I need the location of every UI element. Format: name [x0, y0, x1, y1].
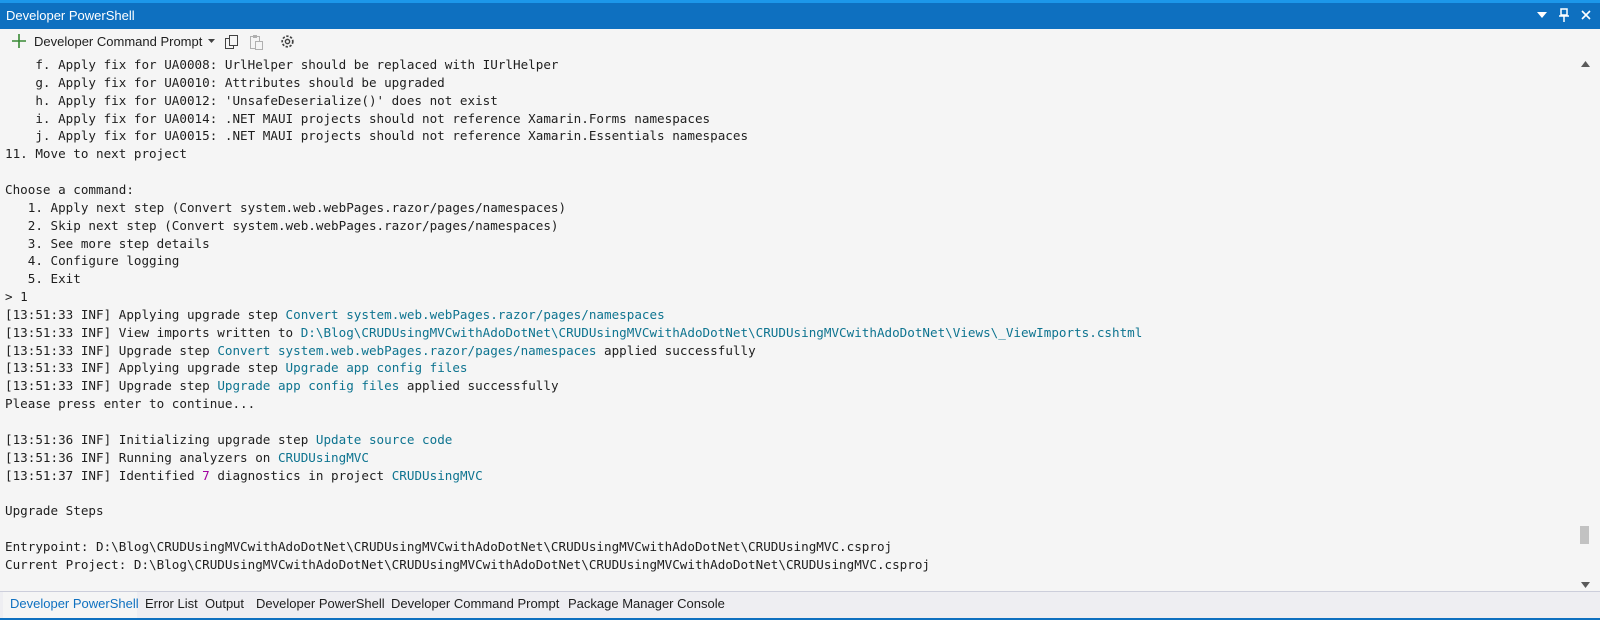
terminal-text-segment: [13:51:37 INF] Identified — [5, 467, 203, 483]
toolbar: Developer Command Prompt — [0, 29, 1600, 56]
title-bar: Developer PowerShell — [0, 0, 1600, 29]
pin-icon[interactable] — [1556, 6, 1572, 24]
tab-output[interactable]: Output — [205, 596, 244, 611]
terminal-text-segment: g. Apply fix for UA0010: Attributes shou… — [5, 74, 445, 90]
tool-window-tabs: Developer PowerShell Error List Output D… — [0, 591, 1600, 619]
terminal-line: j. Apply fix for UA0015: .NET MAUI proje… — [5, 127, 748, 145]
terminal-line: g. Apply fix for UA0010: Attributes shou… — [5, 74, 445, 92]
tab-developer-powershell-2[interactable]: Developer PowerShell — [256, 596, 385, 611]
terminal-text-segment: [13:51:33 INF] View imports written to — [5, 324, 301, 340]
terminal-text-segment: [13:51:33 INF] Applying upgrade step — [5, 306, 286, 322]
terminal-text-segment: Choose a command: — [5, 181, 134, 197]
terminal-text-segment: applied successfully — [399, 378, 559, 394]
terminal-line: > 1 — [5, 288, 28, 306]
terminal-text-segment: 3. See more step details — [5, 235, 210, 251]
terminal-line: f. Apply fix for UA0008: UrlHelper shoul… — [5, 56, 559, 74]
terminal-line: Current Project: D:\Blog\CRUDUsingMVCwit… — [5, 556, 930, 574]
bottom-edge — [0, 618, 1600, 635]
terminal-text-segment: applied successfully — [596, 342, 756, 358]
terminal-line: Entrypoint: D:\Blog\CRUDUsingMVCwithAdoD… — [5, 538, 892, 556]
terminal-line: [13:51:36 INF] Running analyzers on CRUD… — [5, 449, 369, 467]
terminal-text-segment: [13:51:33 INF] Upgrade step — [5, 378, 218, 394]
terminal-line: i. Apply fix for UA0014: .NET MAUI proje… — [5, 110, 710, 128]
tab-developer-command-prompt[interactable]: Developer Command Prompt — [391, 596, 559, 611]
terminal-line: 4. Configure logging — [5, 252, 180, 270]
tab-package-manager-console[interactable]: Package Manager Console — [568, 596, 725, 611]
terminal-line: [13:51:33 INF] Upgrade step Convert syst… — [5, 342, 756, 360]
new-terminal-button[interactable]: Developer Command Prompt — [11, 33, 216, 49]
terminal-line: 1. Apply next step (Convert system.web.w… — [5, 199, 566, 217]
terminal-text-segment: Update source code — [315, 431, 453, 447]
terminal-line: [13:51:37 INF] Identified 7 diagnostics … — [5, 467, 483, 485]
terminal-line: [13:51:36 INF] Initializing upgrade step… — [5, 431, 452, 449]
plus-icon — [12, 34, 26, 48]
terminal-text-segment: Upgrade Steps — [5, 503, 104, 519]
terminal-text-segment: Convert system.web.webPages.razor/pages/… — [217, 342, 597, 358]
terminal-text-segment: diagnostics in project — [209, 467, 392, 483]
terminal-text-segment: Convert system.web.webPages.razor/pages/… — [285, 306, 665, 322]
tab-error-list[interactable]: Error List — [145, 596, 198, 611]
terminal-text-segment: > 1 — [5, 289, 28, 305]
terminal-text-segment: h. Apply fix for UA0012: 'UnsafeDeserial… — [5, 92, 498, 108]
terminal-text-segment: 5. Exit — [5, 271, 81, 287]
scrollbar-thumb[interactable] — [1580, 526, 1589, 544]
terminal-line: h. Apply fix for UA0012: 'UnsafeDeserial… — [5, 92, 498, 110]
terminal-line: Upgrade Steps — [5, 502, 104, 520]
terminal-line: 2. Skip next step (Convert system.web.we… — [5, 217, 559, 235]
terminal-line: Choose a command: — [5, 181, 134, 199]
terminal-text-segment: CRUDUsingMVC — [391, 467, 483, 483]
terminal-text-segment: 7 — [202, 467, 210, 483]
tab-developer-powershell[interactable]: Developer PowerShell — [10, 596, 139, 611]
copy-icon — [225, 35, 238, 49]
terminal-text-segment: D:\Blog\CRUDUsingMVCwithAdoDotNet\CRUDUs… — [300, 324, 1143, 340]
chevron-down-icon[interactable] — [208, 39, 216, 43]
terminal-line: [13:51:33 INF] Upgrade step Upgrade app … — [5, 377, 559, 395]
terminal-text-segment: [13:51:36 INF] Running analyzers on — [5, 449, 278, 465]
terminal-line: 3. See more step details — [5, 235, 210, 253]
new-terminal-label: Developer Command Prompt — [34, 33, 203, 49]
terminal-line: [13:51:33 INF] View imports written to D… — [5, 324, 1142, 342]
terminal-text-segment: Current Project: D:\Blog\CRUDUsingMVCwit… — [5, 556, 931, 572]
terminal-line: 11. Move to next project — [5, 145, 187, 163]
terminal-text-segment: i. Apply fix for UA0014: .NET MAUI proje… — [5, 110, 711, 126]
vertical-scrollbar[interactable] — [1572, 56, 1600, 591]
copy-button[interactable] — [224, 34, 240, 50]
terminal-text-segment: 4. Configure logging — [5, 253, 180, 269]
terminal-text-segment: 1. Apply next step (Convert system.web.w… — [5, 199, 567, 215]
scroll-up-icon[interactable] — [1581, 61, 1590, 67]
terminal-text-segment: Please press enter to continue... — [5, 396, 256, 412]
terminal-line: [13:51:33 INF] Applying upgrade step Con… — [5, 306, 665, 324]
terminal-text-segment: CRUDUsingMVC — [277, 449, 369, 465]
paste-button[interactable] — [248, 34, 264, 50]
window-position-dropdown-icon[interactable] — [1534, 6, 1550, 24]
terminal-text-segment: Entrypoint: D:\Blog\CRUDUsingMVCwithAdoD… — [5, 538, 893, 554]
paste-icon — [250, 35, 263, 50]
terminal-output[interactable]: f. Apply fix for UA0008: UrlHelper shoul… — [0, 56, 1572, 591]
terminal-text-segment: [13:51:33 INF] Applying upgrade step — [5, 360, 286, 376]
terminal-text-segment: Upgrade app config files — [285, 360, 468, 376]
terminal-text-segment: f. Apply fix for UA0008: UrlHelper shoul… — [5, 57, 559, 72]
window-title: Developer PowerShell — [6, 8, 135, 23]
terminal-line: 5. Exit — [5, 270, 81, 288]
terminal-text-segment: 2. Skip next step (Convert system.web.we… — [5, 217, 559, 233]
settings-button[interactable] — [279, 33, 296, 50]
terminal-text-segment: 11. Move to next project — [5, 146, 187, 162]
terminal-line: [13:51:33 INF] Applying upgrade step Upg… — [5, 359, 468, 377]
terminal-text-segment: [13:51:36 INF] Initializing upgrade step — [5, 431, 316, 447]
scroll-down-icon[interactable] — [1581, 582, 1590, 588]
terminal-text-segment: Upgrade app config files — [217, 378, 400, 394]
terminal-text-segment: j. Apply fix for UA0015: .NET MAUI proje… — [5, 128, 749, 144]
window-controls — [1534, 6, 1594, 24]
terminal-text-segment: [13:51:33 INF] Upgrade step — [5, 342, 218, 358]
close-icon[interactable] — [1578, 6, 1594, 24]
terminal-line: Please press enter to continue... — [5, 395, 255, 413]
gear-icon — [281, 35, 294, 48]
